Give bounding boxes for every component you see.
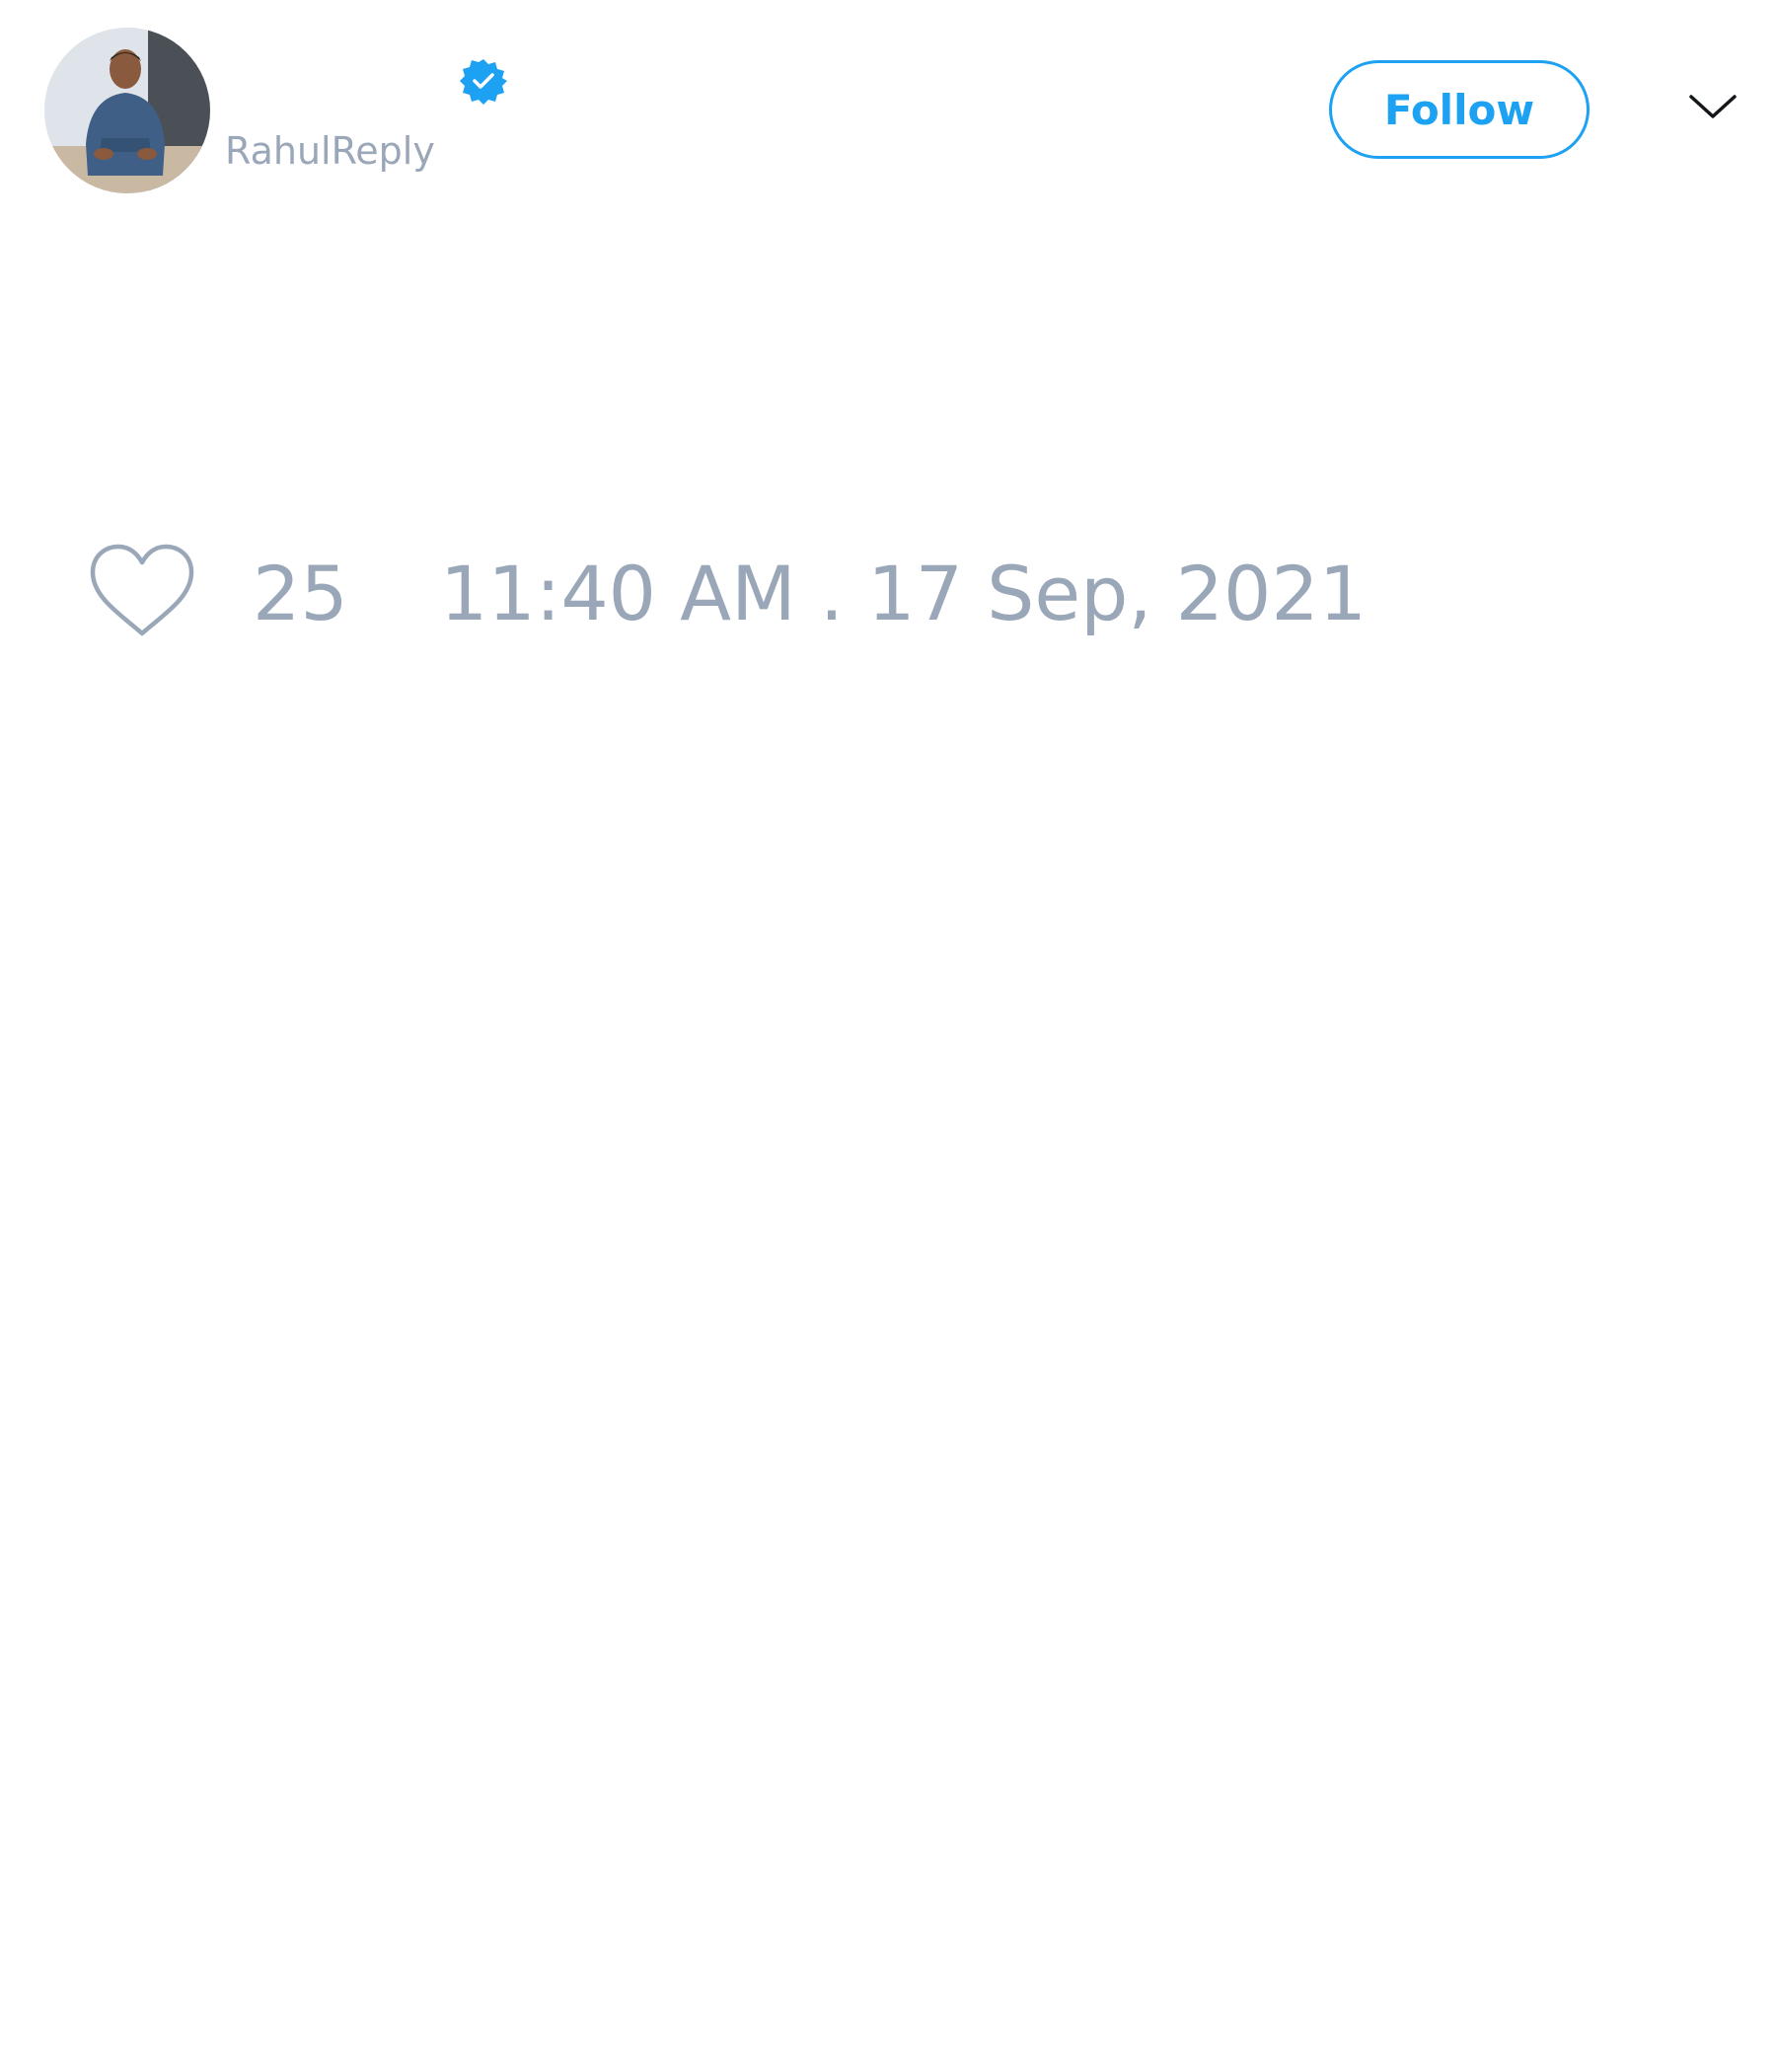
tweet-timestamp[interactable]: 11:40 AM . 17 Sep, 2021 bbox=[440, 551, 1367, 637]
user-handle[interactable]: RahulReply bbox=[225, 126, 435, 176]
verified-badge-icon bbox=[460, 57, 507, 105]
chevron-down-icon[interactable] bbox=[1687, 87, 1739, 126]
tweet-header: RahulReply Follow bbox=[0, 0, 1776, 217]
heart-outline-icon[interactable] bbox=[87, 543, 197, 641]
follow-button[interactable]: Follow bbox=[1329, 60, 1590, 159]
avatar[interactable] bbox=[44, 28, 210, 193]
avatar-photo bbox=[44, 28, 210, 193]
like-count: 25 bbox=[253, 550, 348, 637]
tweet-footer: 25 11:40 AM . 17 Sep, 2021 bbox=[0, 533, 1776, 641]
